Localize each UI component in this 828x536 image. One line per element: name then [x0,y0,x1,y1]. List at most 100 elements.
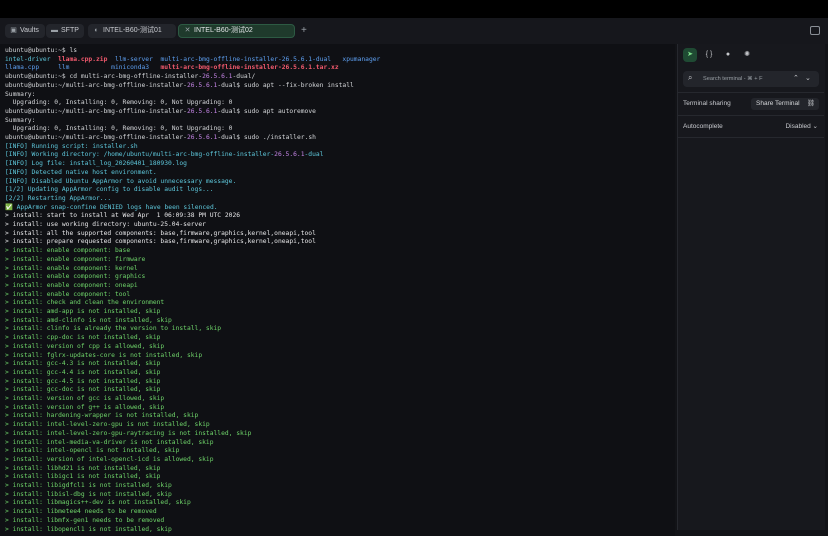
terminal-line: > install: prepare requested components:… [5,237,316,246]
terminal-line: [INFO] Detected native host environment. [5,168,157,177]
terminal-icon: ◐ [94,27,99,34]
terminal-text: [1/2] Updating AppArmor config to disabl… [5,186,214,194]
terminal-text: > install: amd-app is not installed, ski… [5,308,161,315]
terminal-text: ubuntu@ubuntu:~$ ls [5,47,78,54]
tab-label: SFTP [61,27,79,34]
terminal-line: > install: gcc-doc is not installed, ski… [5,385,160,394]
tab-vaults[interactable]: ▣ Vaults [5,24,45,38]
share-terminal-button[interactable]: Share Terminal ⛓ [751,98,819,110]
terminal-text: > install: check and clean the environme… [5,299,165,307]
terminal-line: > install: hardening-wrapper is not inst… [5,411,198,420]
openai-icon[interactable]: ✺ [740,48,754,62]
terminal-line: ubuntu@ubuntu:~/multi-arc-bmg-offline-in… [5,133,316,142]
terminal-line: > install: version of cpp is allowed, sk… [5,342,164,351]
tab-intel-b60-01[interactable]: ◐ INTEL-B60-测试01 [88,24,176,38]
terminal-line: > install: libhd21 is not installed, ski… [5,464,160,473]
terminal-text: llama.cpp.zip [58,55,108,63]
terminal-text: > install: libmagics++-dev is not instal… [5,499,191,507]
terminal-text: > install: use working directory: ubuntu… [5,221,206,228]
terminal-line: > install: gcc-4.3 is not installed, ski… [5,359,160,368]
terminal-sharing-label: Terminal sharing [683,100,731,107]
terminal-text: ubuntu@ubuntu:~$ cd multi-arc-bmg-offlin… [5,73,203,81]
terminal-text: 26.5.6.1 [202,73,233,81]
terminal-text: -dual$ sudo apt autoremove [217,107,316,115]
terminal-line: > install: intel-media-va-driver is not … [5,438,214,447]
terminal-text: > install: amd-clinfo is not installed, … [5,316,172,324]
terminal-text: > install: version of g++ is allowed, sk… [5,403,165,411]
terminal-line: > install: enable component: tool [5,290,130,299]
terminal-line: Upgrading: 0, Installing: 0, Removing: 0… [5,124,233,133]
terminal-text: > install: version of cpp is allowed, sk… [5,342,165,350]
terminal-text: -dual/ [232,73,256,81]
terminal-text: > install: gcc-4.4 is not installed, ski… [5,368,161,376]
terminal-text: ubuntu@ubuntu:~/multi-arc-bmg-offline-in… [5,134,187,141]
terminal-line: > install: cpp-doc is not installed, ski… [5,333,160,342]
terminal-line: > install: fglrx-updates-core is not ins… [5,351,202,360]
terminal-line: > install: enable component: kernel [5,264,138,273]
terminal-line: > install: enable component: firmware [5,255,145,264]
code-icon[interactable]: { } [702,48,716,62]
terminal-line: > install: enable component: graphics [5,272,145,281]
folder-icon: ▬ [51,27,58,34]
autocomplete-dropdown[interactable]: Disabled ⌄ [785,121,818,133]
terminal-line: > install: enable component: oneapi [5,281,138,290]
terminal-line: ✅ AppArmor snap-confine DENIED logs have… [5,203,218,212]
terminal-text: llm [58,64,70,72]
terminal-text: 26.5.6.1 [186,134,218,141]
record-icon[interactable]: ● [721,48,735,62]
terminal-text: ubuntu@ubuntu:~/multi-arc-bmg-offline-in… [5,107,187,115]
search-terminal-input[interactable]: ⌕ Search terminal - ⌘ + F ⌃ ⌄ [683,71,819,87]
terminal-line: > install: version of g++ is allowed, sk… [5,403,164,412]
terminal-line: > install: version of intel-opencl-icd i… [5,455,214,464]
tab-sftp[interactable]: ▬ SFTP [46,24,84,38]
terminal-text: > install: intel-media-va-driver is not … [5,438,214,446]
chevron-down-icon[interactable]: ⌄ [805,71,811,87]
chevron-up-icon[interactable]: ⌃ [793,71,799,87]
terminal-text: llama.cpp [5,64,59,72]
terminal-line: > install: libisl-dbg is not installed, … [5,490,172,499]
terminal-text: > install: enable component: kernel [5,264,138,272]
terminal-text: 26.5.6.1 [186,107,218,115]
terminal-text: -dual$ sudo apt --fix-broken install [217,81,354,89]
tab-label: INTEL-B60-测试02 [194,27,253,34]
terminal-line: > install: start to install at Wed Apr 1… [5,211,240,220]
terminal-text: [INFO] Log file: install_log_20260401_18… [5,160,187,168]
terminal-text: > install: hardening-wrapper is not inst… [5,412,199,420]
terminal-text: > install: version of intel-opencl-icd i… [5,455,214,463]
terminal-text: > install: intel-level-zero-gpu-raytraci… [5,429,252,437]
terminal-line: [1/2] Updating AppArmor config to disabl… [5,185,214,194]
link-icon: ⛓ [806,100,815,107]
terminal-line: > install: libmetee4 needs to be removed [5,507,157,516]
terminal-output[interactable]: ubuntu@ubuntu:~$ ls intel-driver llama.cp… [0,44,672,536]
terminal-line: > install: libmagics++-dev is not instal… [5,498,191,507]
search-placeholder: Search terminal - ⌘ + F [703,76,763,82]
terminal-text: > install: gcc-4.5 is not installed, ski… [5,377,161,385]
send-icon[interactable]: ➤ [683,48,697,62]
terminal-text: [2/2] Restarting AppArmor... [5,194,112,202]
tab-intel-b60-02[interactable]: ✕ INTEL-B60-测试02 [178,24,295,38]
new-tab-button[interactable]: + [301,24,307,38]
terminal-line: ubuntu@ubuntu:~$ cd multi-arc-bmg-offlin… [5,72,255,81]
terminal-text: > install: start to install at Wed Apr 1… [5,212,241,220]
close-icon[interactable]: ✕ [183,25,192,37]
terminal-line: ubuntu@ubuntu:~$ ls [5,46,77,55]
tab-label: Vaults [20,27,39,34]
top-black-bar [0,0,828,18]
terminal-text: Upgrading: 0, Installing: 0, Removing: 0… [5,125,233,133]
terminal-text: 26.5.6.1 [274,151,305,159]
side-panel [677,44,825,530]
terminal-line: > install: amd-app is not installed, ski… [5,307,160,316]
layout-toggle-icon[interactable] [810,26,820,35]
terminal-text: > install: fglrx-updates-core is not ins… [5,351,203,359]
tab-bar: ▣ Vaults ▬ SFTP ◐ INTEL-B60-测试01 ✕ INTEL-B60… [0,18,828,44]
terminal-text: > install: gcc-4.3 is not installed, ski… [5,360,161,368]
share-terminal-label: Share Terminal [756,100,800,107]
terminal-text: > install: intel-level-zero-gpu is not i… [5,421,210,429]
terminal-line: [INFO] Log file: install_log_20260401_18… [5,159,187,168]
terminal-line: > install: clinfo is already the version… [5,324,221,333]
terminal-text: > install: gcc-doc is not installed, ski… [5,386,161,394]
terminal-line: ubuntu@ubuntu:~/multi-arc-bmg-offline-in… [5,81,354,90]
terminal-line: [2/2] Restarting AppArmor... [5,194,111,203]
autocomplete-label: Autocomplete [683,123,723,130]
terminal-line: > install: version of gcc is allowed, sk… [5,394,164,403]
